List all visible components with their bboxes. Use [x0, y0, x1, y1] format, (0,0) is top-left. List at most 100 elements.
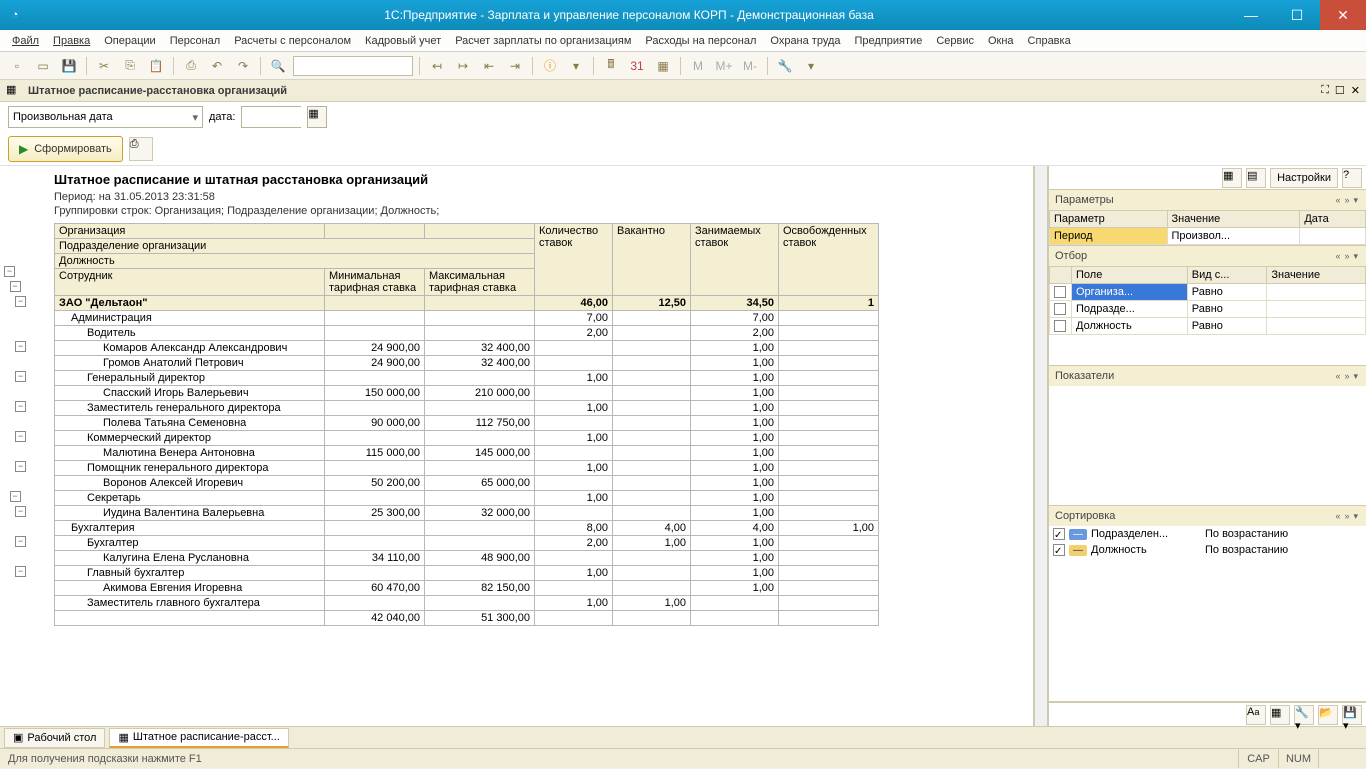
menu-personnel[interactable]: Персонал — [164, 33, 227, 49]
menu-payroll[interactable]: Расчет зарплаты по организациям — [449, 33, 637, 49]
table-row[interactable]: Калугина Елена Руслановна34 110,0048 900… — [55, 551, 879, 566]
generate-button[interactable]: ▶ Сформировать — [8, 136, 123, 162]
cut-icon[interactable]: ✂ — [93, 55, 115, 77]
table-row[interactable]: Спасский Игорь Валерьевич150 000,00210 0… — [55, 386, 879, 401]
help-icon[interactable]: ? — [1342, 168, 1362, 188]
search-combo[interactable] — [293, 56, 413, 76]
menu-hr[interactable]: Кадровый учет — [359, 33, 447, 49]
table-row[interactable]: Помощник генерального директора1,001,00 — [55, 461, 879, 476]
close-button[interactable]: ✕ — [1320, 0, 1366, 30]
close2-icon[interactable]: ✕ — [1351, 84, 1360, 97]
table-row[interactable]: Бухгалтерия8,004,004,001,00 — [55, 521, 879, 536]
table-row[interactable]: Главный бухгалтер1,001,00 — [55, 566, 879, 581]
sort-row[interactable]: — Должность По возрастанию — [1049, 542, 1366, 558]
open2-icon[interactable]: 📂 — [1318, 705, 1338, 725]
date-picker-icon[interactable]: ▦ — [307, 106, 327, 128]
calc-icon[interactable]: 🖩 — [600, 55, 622, 77]
table-row[interactable]: Полева Татьяна Семеновна90 000,00112 750… — [55, 416, 879, 431]
calendar-icon[interactable]: 31 — [626, 55, 648, 77]
nav4-icon[interactable]: ⇥ — [504, 55, 526, 77]
restore-icon[interactable]: ⛶ — [1321, 84, 1329, 97]
table-row[interactable]: Комаров Александр Александрович24 900,00… — [55, 341, 879, 356]
maximize-button[interactable]: ☐ — [1274, 0, 1320, 30]
table-row[interactable]: ЗАО "Дельтаон"46,0012,5034,501 — [55, 296, 879, 311]
info-icon[interactable]: ⓘ — [539, 55, 561, 77]
mplus-icon[interactable]: M+ — [713, 55, 735, 77]
collapse-icon[interactable]: − — [15, 371, 26, 382]
collapse-icon[interactable]: − — [15, 461, 26, 472]
menu-edit[interactable]: Правка — [47, 33, 96, 49]
collapse-icon[interactable]: − — [15, 566, 26, 577]
collapse-icon[interactable]: − — [10, 491, 21, 502]
search-icon[interactable]: 🔍 — [267, 55, 289, 77]
undo-icon[interactable]: ↶ — [206, 55, 228, 77]
filter-row[interactable]: Организа...Равно — [1050, 284, 1366, 301]
table-row[interactable]: Воронов Алексей Игоревич50 200,0065 000,… — [55, 476, 879, 491]
table-row[interactable]: Заместитель главного бухгалтера1,001,00 — [55, 596, 879, 611]
table-row[interactable]: Бухгалтер2,001,001,00 — [55, 536, 879, 551]
table-row[interactable]: Коммерческий директор1,001,00 — [55, 431, 879, 446]
collapse-icon[interactable]: − — [4, 266, 15, 277]
maximize2-icon[interactable]: ☐ — [1335, 84, 1345, 97]
redo-icon[interactable]: ↷ — [232, 55, 254, 77]
collapse-icon[interactable]: − — [10, 281, 21, 292]
view1-icon[interactable]: ▦ — [1222, 168, 1242, 188]
collapse-icon[interactable]: − — [15, 536, 26, 547]
menu-calc[interactable]: Расчеты с персоналом — [228, 33, 357, 49]
collapse-icon[interactable]: − — [15, 296, 26, 307]
table-row[interactable]: Заместитель генерального директора1,001,… — [55, 401, 879, 416]
save2-icon[interactable]: 💾▾ — [1342, 705, 1362, 725]
new-icon[interactable]: ▫ — [6, 55, 28, 77]
view2-icon[interactable]: ▤ — [1246, 168, 1266, 188]
collapse-icon[interactable]: − — [15, 506, 26, 517]
menu-help[interactable]: Справка — [1022, 33, 1077, 49]
menu-file[interactable]: Файл — [6, 33, 45, 49]
tab-report[interactable]: ▦ Штатное расписание-расст... — [109, 728, 288, 748]
nav3-icon[interactable]: ⇤ — [478, 55, 500, 77]
table-row[interactable]: Водитель2,002,00 — [55, 326, 879, 341]
date-input[interactable] — [241, 106, 301, 128]
open-icon[interactable]: ▭ — [32, 55, 54, 77]
nav1-icon[interactable]: ↤ — [426, 55, 448, 77]
table-row[interactable]: Генеральный директор1,001,00 — [55, 371, 879, 386]
copy-icon[interactable]: ⎘ — [119, 55, 141, 77]
save-icon[interactable]: 💾 — [58, 55, 80, 77]
table-icon[interactable]: ▦ — [1270, 705, 1290, 725]
font-icon[interactable]: Aa — [1246, 705, 1266, 725]
wrench-icon[interactable]: 🔧 — [774, 55, 796, 77]
dropdown-icon[interactable]: ▾ — [565, 55, 587, 77]
settings-button[interactable]: Настройки — [1270, 168, 1338, 188]
wrench2-icon[interactable]: 🔧▾ — [1294, 705, 1314, 725]
menu-expenses[interactable]: Расходы на персонал — [639, 33, 762, 49]
menu-operations[interactable]: Операции — [98, 33, 161, 49]
table-row[interactable]: Секретарь1,001,00 — [55, 491, 879, 506]
filter-row[interactable]: ДолжностьРавно — [1050, 318, 1366, 335]
collapse-icon[interactable]: − — [15, 401, 26, 412]
print2-icon[interactable]: ⎙ — [129, 137, 153, 161]
nav2-icon[interactable]: ↦ — [452, 55, 474, 77]
m-icon[interactable]: M — [687, 55, 709, 77]
collapse-icon[interactable]: − — [15, 431, 26, 442]
date-mode-combo[interactable]: Произвольная дата▾ — [8, 106, 203, 128]
menu-enterprise[interactable]: Предприятие — [849, 33, 929, 49]
menu-service[interactable]: Сервис — [930, 33, 980, 49]
table-row[interactable]: Акимова Евгения Игоревна60 470,0082 150,… — [55, 581, 879, 596]
mminus-icon[interactable]: M- — [739, 55, 761, 77]
grid-icon[interactable]: ▦ — [652, 55, 674, 77]
filter-row[interactable]: Подразде...Равно — [1050, 301, 1366, 318]
table-row[interactable]: Иудина Валентина Валерьевна25 300,0032 0… — [55, 506, 879, 521]
menu-windows[interactable]: Окна — [982, 33, 1020, 49]
minimize-button[interactable]: — — [1228, 0, 1274, 30]
tab-desktop[interactable]: ▣ Рабочий стол — [4, 728, 105, 748]
report-area[interactable]: − − − − − − − − − − − − Штатное расписан… — [0, 166, 1034, 726]
table-row[interactable]: Малютина Венера Антоновна115 000,00145 0… — [55, 446, 879, 461]
table-row[interactable]: 42 040,0051 300,00 — [55, 611, 879, 626]
dd2-icon[interactable]: ▾ — [800, 55, 822, 77]
print-icon[interactable]: ⎙ — [180, 55, 202, 77]
table-row[interactable]: Громов Анатолий Петрович24 900,0032 400,… — [55, 356, 879, 371]
paste-icon[interactable]: 📋 — [145, 55, 167, 77]
table-row[interactable]: Администрация7,007,00 — [55, 311, 879, 326]
collapse-icon[interactable]: − — [15, 341, 26, 352]
menu-safety[interactable]: Охрана труда — [764, 33, 846, 49]
sort-row[interactable]: — Подразделен... По возрастанию — [1049, 526, 1366, 542]
